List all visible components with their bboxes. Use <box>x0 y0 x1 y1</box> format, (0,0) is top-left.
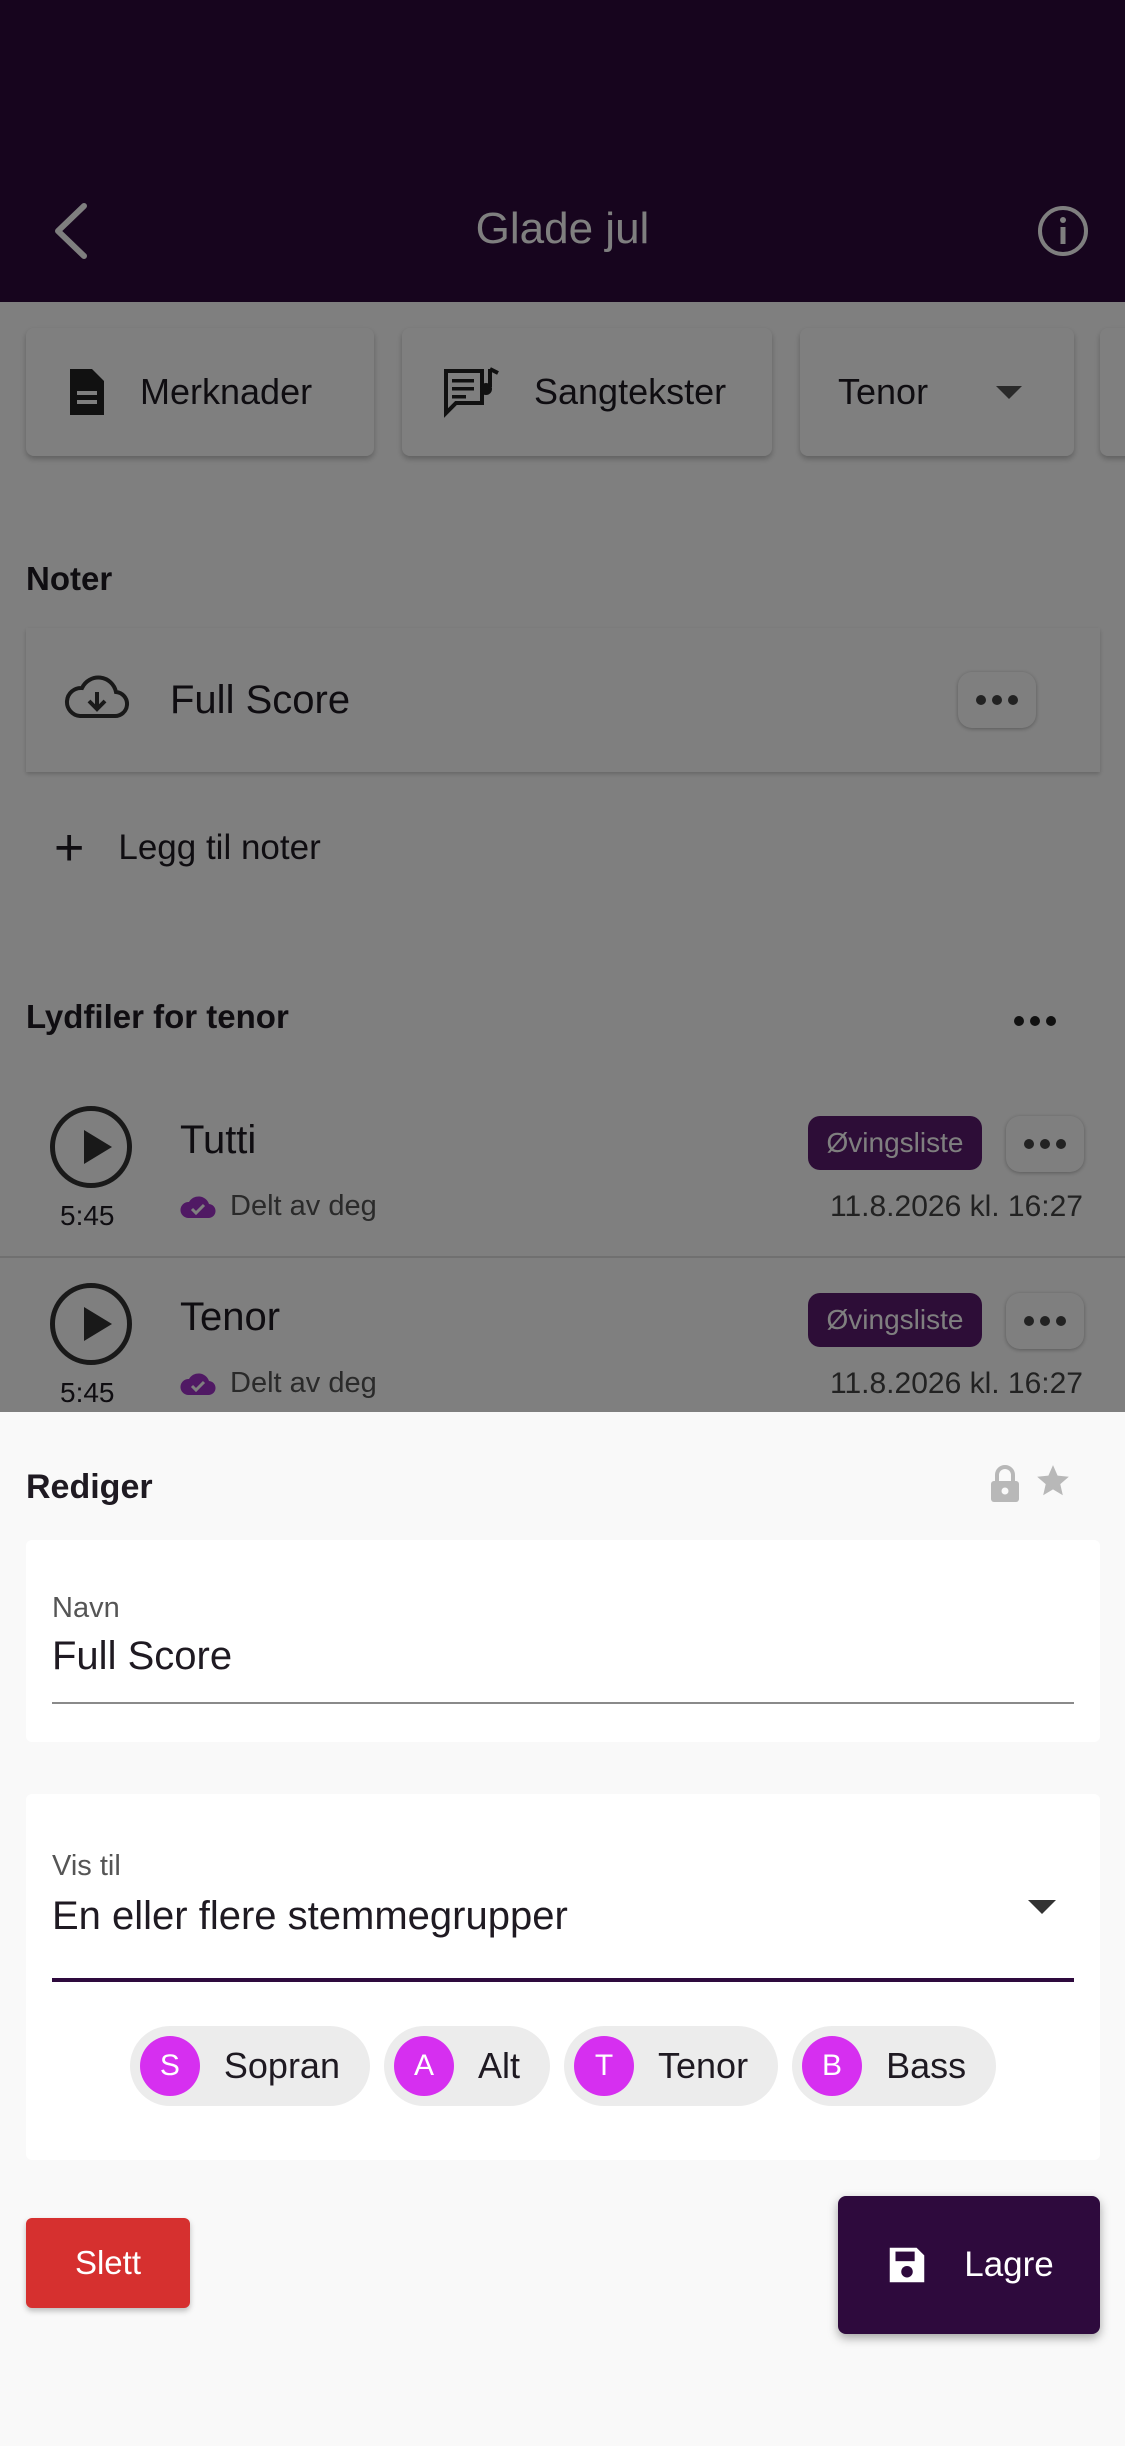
voice-chip-alto[interactable]: A Alt <box>383 2026 550 2106</box>
voice-group-chips: S Sopran A Alt T Tenor B Bass <box>26 2026 1100 2106</box>
star-icon[interactable] <box>1034 1462 1072 1500</box>
voice-chip-bass[interactable]: B Bass <box>792 2026 997 2106</box>
modal-scrim[interactable] <box>0 0 1125 1412</box>
voice-avatar: A <box>393 2036 454 2096</box>
name-field[interactable]: Navn Full Score <box>26 1540 1100 1742</box>
voice-chip-soprano[interactable]: S Sopran <box>129 2026 370 2106</box>
save-button-label: Lagre <box>964 2245 1054 2284</box>
visibility-select[interactable]: Vis til En eller flere stemmegrupper <box>26 1794 1100 1994</box>
visibility-value: En eller flere stemmegrupper <box>52 1894 568 1938</box>
name-field-value: Full Score <box>52 1634 233 1678</box>
visibility-underline <box>52 1978 1074 1982</box>
voice-avatar: S <box>139 2036 200 2096</box>
voice-chip-label: Alt <box>477 2045 520 2086</box>
save-icon <box>889 2247 925 2283</box>
delete-button[interactable]: Slett <box>26 2218 190 2308</box>
voice-chip-label: Bass <box>886 2045 967 2086</box>
name-field-underline <box>52 1702 1074 1704</box>
voice-avatar: B <box>802 2036 863 2096</box>
save-button[interactable]: Lagre <box>838 2196 1100 2334</box>
voice-avatar: T <box>574 2036 634 2096</box>
lock-icon[interactable] <box>988 1464 1022 1504</box>
visibility-label: Vis til <box>52 1850 121 1882</box>
visibility-card: Vis til En eller flere stemmegrupper S S… <box>26 1794 1100 2160</box>
voice-chip-tenor[interactable]: T Tenor <box>564 2026 779 2106</box>
edit-sheet: Rediger Navn Full Score Vis til En eller… <box>0 1412 1125 2446</box>
voice-chip-label: Tenor <box>658 2045 749 2086</box>
dropdown-arrow-icon <box>1028 1900 1056 1914</box>
voice-chip-label: Sopran <box>223 2045 340 2086</box>
name-field-label: Navn <box>52 1592 120 1624</box>
sheet-title: Rediger <box>26 1468 153 1506</box>
